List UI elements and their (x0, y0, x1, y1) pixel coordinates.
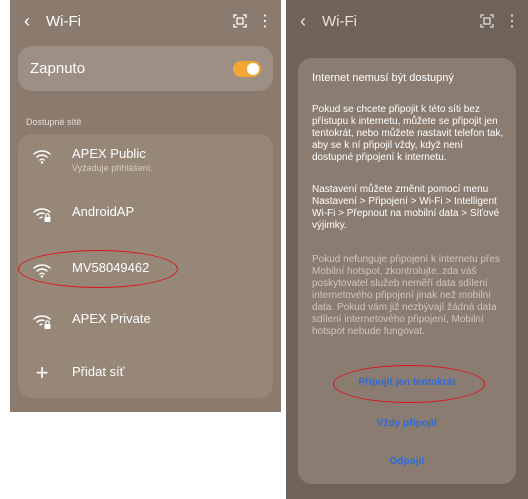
dialog-paragraph-2: Nastavení můžete změnit pomocí menu Nast… (312, 184, 500, 231)
available-networks-label: Dostupné sítě (26, 117, 82, 127)
network-status: Vyžaduje přihlášení. (72, 163, 153, 173)
more-options-icon[interactable]: ⋮ (504, 11, 520, 31)
back-icon[interactable]: ‹ (300, 11, 316, 32)
page-title: Wi-Fi (322, 12, 357, 30)
wifi-switch[interactable] (233, 60, 261, 77)
wifi-dialog-screen: ‹ Wi-Fi ⋮ Internet nemusí být dostupný P… (286, 0, 528, 499)
plus-icon: + (35, 360, 49, 385)
highlight-oval (333, 365, 485, 403)
switch-knob (247, 62, 259, 75)
back-icon[interactable]: ‹ (24, 11, 40, 32)
highlight-oval (18, 250, 178, 288)
qr-scan-icon[interactable] (231, 12, 249, 30)
dialog-paragraph-3: Pokud nefunguje připojení k internetu př… (312, 254, 500, 337)
more-options-icon[interactable]: ⋮ (257, 11, 273, 31)
dialog-title: Internet nemusí být dostupný (312, 72, 454, 84)
wifi-toggle-label: Zapnuto (30, 60, 86, 77)
network-item-apex-public[interactable]: APEX Public Vyžaduje přihlášení. (18, 146, 273, 173)
wifi-lock-icon (32, 204, 52, 224)
wifi-icon (32, 146, 52, 166)
network-item-androidap[interactable]: AndroidAP (18, 204, 273, 224)
wifi-toggle-row[interactable]: Zapnuto (18, 46, 273, 91)
header: ‹ Wi-Fi ⋮ (286, 0, 528, 42)
wifi-list-screen: ‹ Wi-Fi ⋮ Zapnuto Dostupné sítě APEX Pub… (10, 0, 281, 412)
network-name: APEX Private (72, 311, 151, 326)
qr-scan-icon[interactable] (478, 12, 496, 30)
add-network-button[interactable]: + Přidat síť (18, 360, 273, 385)
network-item-apex-private[interactable]: APEX Private (18, 311, 273, 331)
header: ‹ Wi-Fi ⋮ (10, 0, 281, 42)
dialog-paragraph-1: Pokud se chcete připojit k této síti bez… (312, 104, 504, 163)
add-network-label: Přidat síť (72, 364, 125, 379)
page-title: Wi-Fi (46, 12, 81, 30)
wifi-lock-icon (32, 311, 52, 331)
network-name: APEX Public (72, 146, 146, 161)
network-name: AndroidAP (72, 204, 135, 219)
always-connect-button[interactable]: Vždy připojit (298, 418, 516, 429)
connection-dialog: Internet nemusí být dostupný Pokud se ch… (298, 58, 516, 484)
disconnect-button[interactable]: Odpojit (298, 456, 516, 467)
